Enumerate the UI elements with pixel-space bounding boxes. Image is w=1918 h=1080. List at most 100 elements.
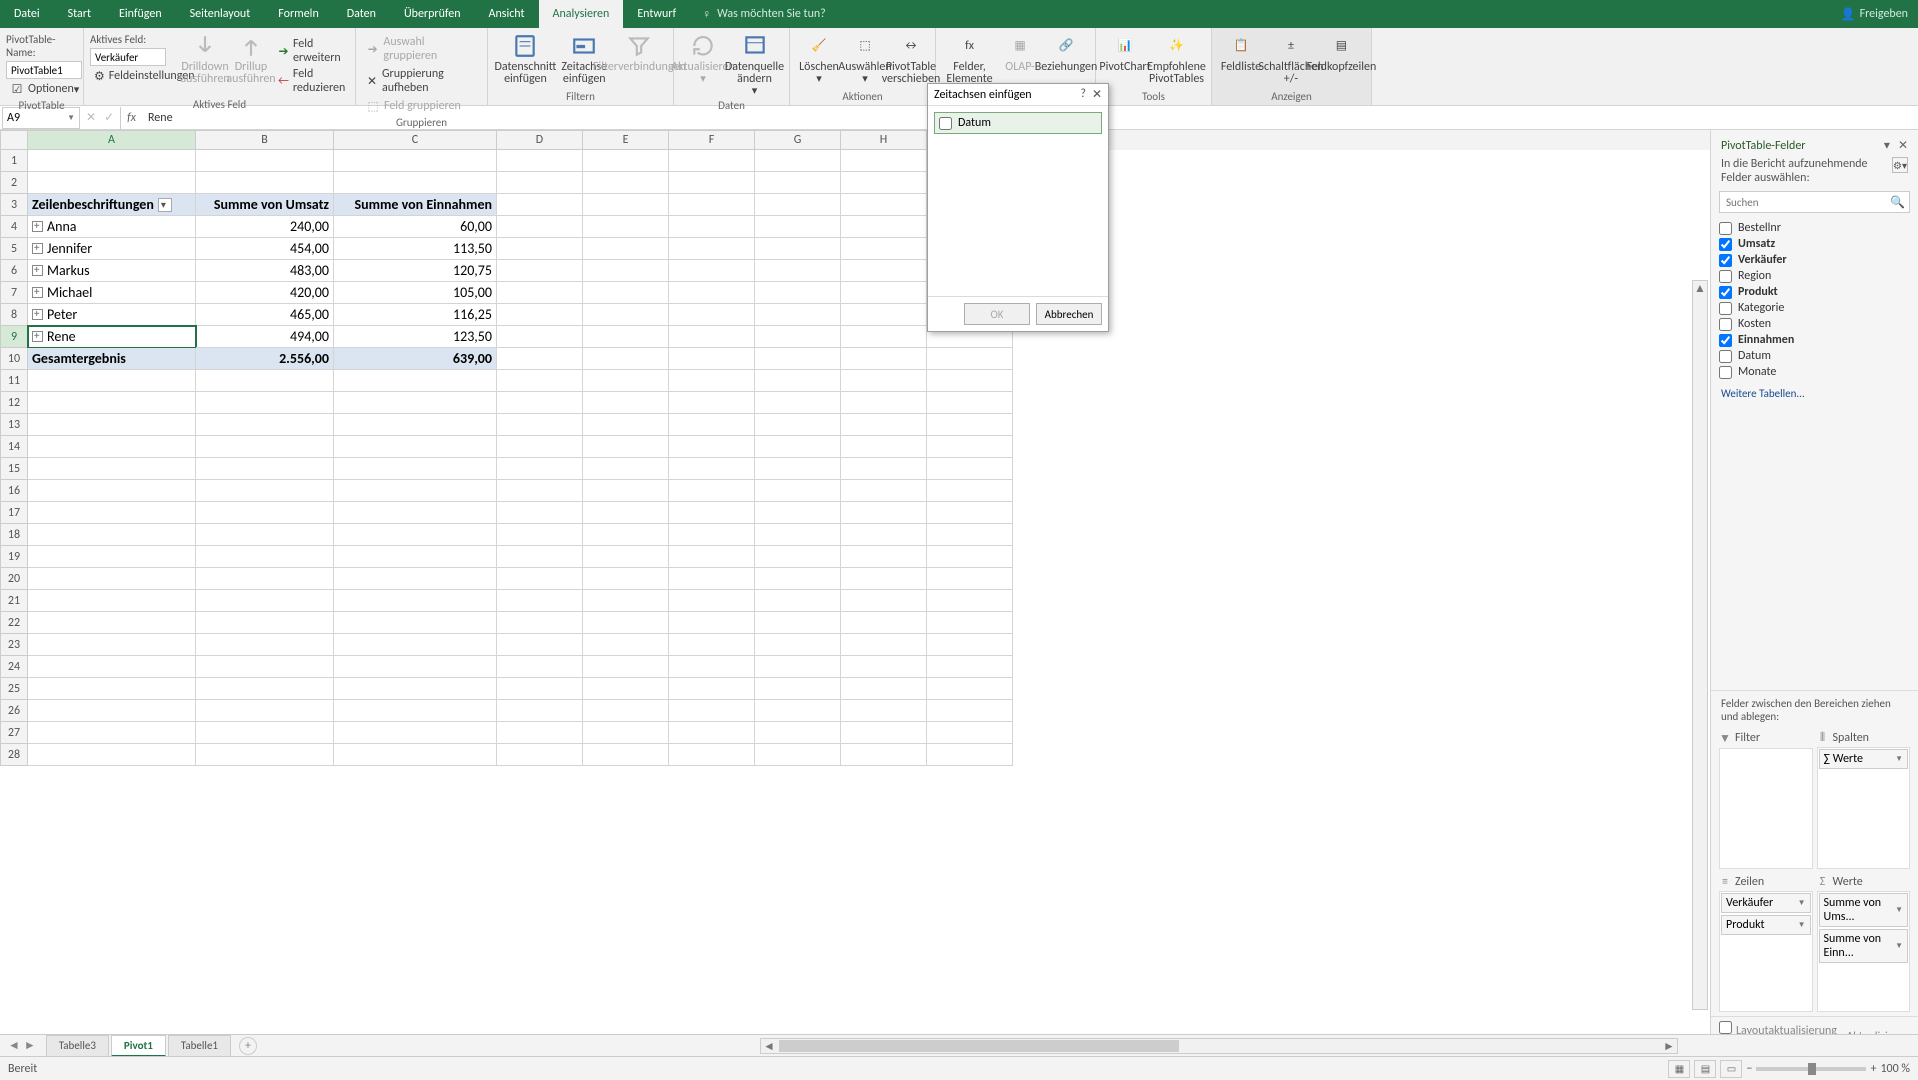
relationships-button[interactable]: 🔗Beziehungen — [1043, 30, 1089, 73]
cell[interactable] — [28, 392, 196, 414]
menu-formeln[interactable]: Formeln — [264, 0, 332, 28]
cell[interactable] — [583, 326, 669, 348]
row-header[interactable]: 9 — [0, 326, 28, 348]
cell[interactable]: Gesamtergebnis — [28, 348, 196, 370]
cell[interactable] — [196, 392, 334, 414]
cell[interactable] — [927, 524, 1013, 546]
menu-start[interactable]: Start — [54, 0, 105, 28]
cell[interactable] — [841, 326, 927, 348]
cell[interactable]: 113,50 — [334, 238, 497, 260]
cell[interactable] — [196, 172, 334, 194]
cell[interactable] — [927, 348, 1013, 370]
cell[interactable] — [669, 612, 755, 634]
cell[interactable] — [841, 392, 927, 414]
close-icon[interactable]: ✕ — [1092, 87, 1102, 102]
menu-daten[interactable]: Daten — [333, 0, 390, 28]
row-header[interactable]: 14 — [0, 436, 28, 458]
cell[interactable] — [841, 238, 927, 260]
ok-button[interactable]: OK — [964, 303, 1030, 325]
cell[interactable] — [755, 678, 841, 700]
cell[interactable] — [755, 458, 841, 480]
cell[interactable] — [841, 436, 927, 458]
cell[interactable]: Rene — [28, 326, 196, 348]
field-headers-toggle[interactable]: ▤Feldkopfzeilen — [1318, 30, 1365, 73]
cell[interactable] — [841, 634, 927, 656]
cell[interactable] — [669, 304, 755, 326]
cell[interactable]: 483,00 — [196, 260, 334, 282]
ungroup-button[interactable]: ✕Gruppierung aufheben — [362, 66, 481, 96]
page-layout-view-button[interactable]: ▤ — [1694, 1060, 1716, 1078]
cell[interactable] — [583, 678, 669, 700]
cell[interactable] — [669, 502, 755, 524]
cell[interactable] — [927, 590, 1013, 612]
cell[interactable] — [927, 414, 1013, 436]
cell[interactable]: Anna — [28, 216, 196, 238]
cell[interactable] — [927, 458, 1013, 480]
zoom-slider[interactable] — [1756, 1067, 1866, 1071]
zone-pill[interactable]: Produkt▼ — [1721, 915, 1811, 935]
row-header[interactable]: 4 — [0, 216, 28, 238]
zoom-in-button[interactable]: + — [1870, 1062, 1876, 1076]
cell[interactable] — [841, 568, 927, 590]
field-item[interactable]: Bestellnr — [1719, 221, 1910, 235]
column-header[interactable]: G — [755, 130, 841, 150]
cell[interactable] — [927, 744, 1013, 766]
add-sheet-button[interactable]: + — [239, 1037, 257, 1055]
cell[interactable] — [927, 700, 1013, 722]
cell[interactable]: 420,00 — [196, 282, 334, 304]
row-header[interactable]: 21 — [0, 590, 28, 612]
insert-slicer-button[interactable]: Datenschnitt einfügen — [494, 30, 557, 85]
row-header[interactable]: 12 — [0, 392, 28, 414]
cell[interactable] — [196, 436, 334, 458]
cell[interactable] — [28, 678, 196, 700]
cell[interactable]: 639,00 — [334, 348, 497, 370]
cell[interactable] — [497, 150, 583, 172]
row-header[interactable]: 1 — [0, 150, 28, 172]
cell[interactable] — [927, 656, 1013, 678]
cell[interactable] — [28, 150, 196, 172]
cell[interactable] — [28, 414, 196, 436]
cell[interactable] — [334, 436, 497, 458]
cell[interactable] — [497, 744, 583, 766]
cell[interactable] — [669, 656, 755, 678]
menu-überprüfen[interactable]: Überprüfen — [390, 0, 475, 28]
row-header[interactable]: 10 — [0, 348, 28, 370]
cell[interactable] — [497, 546, 583, 568]
cell[interactable] — [28, 524, 196, 546]
cell[interactable]: 116,25 — [334, 304, 497, 326]
cell[interactable] — [669, 524, 755, 546]
cell[interactable] — [669, 568, 755, 590]
cell[interactable] — [927, 392, 1013, 414]
close-pane-icon[interactable]: ✕ — [1898, 138, 1908, 153]
menu-ansicht[interactable]: Ansicht — [475, 0, 539, 28]
cell[interactable] — [196, 612, 334, 634]
cell[interactable]: Zeilenbeschriftungen — [28, 194, 196, 216]
cell[interactable] — [841, 172, 927, 194]
cell[interactable] — [28, 722, 196, 744]
sheet-tab[interactable]: Pivot1 — [111, 1035, 166, 1057]
sheet-tab[interactable]: Tabelle3 — [46, 1035, 109, 1057]
cell[interactable] — [841, 216, 927, 238]
column-header[interactable]: C — [334, 130, 497, 150]
menu-einfügen[interactable]: Einfügen — [105, 0, 176, 28]
cell[interactable] — [669, 414, 755, 436]
active-field-input[interactable] — [90, 48, 166, 66]
cell[interactable] — [497, 436, 583, 458]
field-item[interactable]: Kategorie — [1719, 301, 1910, 315]
cell[interactable] — [334, 370, 497, 392]
row-header[interactable]: 22 — [0, 612, 28, 634]
cell[interactable] — [196, 414, 334, 436]
normal-view-button[interactable]: ▦ — [1668, 1060, 1690, 1078]
row-header[interactable]: 24 — [0, 656, 28, 678]
cell[interactable]: 240,00 — [196, 216, 334, 238]
cell[interactable] — [841, 744, 927, 766]
cell[interactable] — [755, 282, 841, 304]
cell[interactable] — [669, 700, 755, 722]
cell[interactable] — [841, 700, 927, 722]
cell[interactable] — [755, 546, 841, 568]
rows-drop-zone[interactable]: Verkäufer▼Produkt▼ — [1719, 891, 1813, 1012]
help-icon[interactable]: ? — [1080, 87, 1086, 102]
change-datasource-button[interactable]: Datenquelle ändern ▾ — [726, 30, 783, 97]
cell[interactable] — [334, 590, 497, 612]
cell[interactable] — [497, 634, 583, 656]
